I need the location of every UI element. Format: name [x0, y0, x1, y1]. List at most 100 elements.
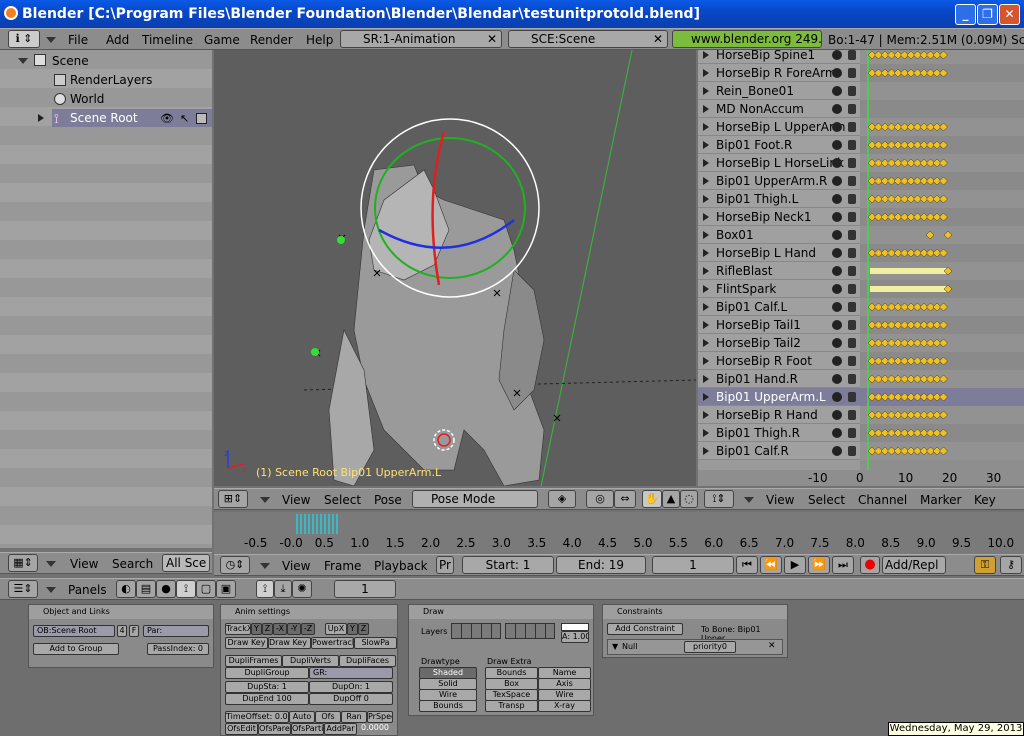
outliner-item-world[interactable]: World — [70, 91, 104, 107]
eye-icon[interactable] — [832, 266, 842, 276]
action-channel-row[interactable]: HorseBip Tail1 — [698, 316, 860, 334]
lock-icon[interactable] — [848, 374, 856, 384]
timeline-frame-menu[interactable]: Frame — [324, 558, 361, 574]
expand-icon[interactable] — [703, 285, 709, 293]
window-type-button[interactable]: ⟟⇕ — [704, 490, 734, 508]
collapse-menu-icon[interactable] — [46, 587, 56, 593]
eye-icon[interactable] — [832, 212, 842, 222]
record-icon[interactable]: ● — [860, 556, 880, 574]
eye-icon[interactable] — [832, 446, 842, 456]
eye-icon[interactable] — [832, 320, 842, 330]
eye-icon[interactable] — [832, 284, 842, 294]
outliner-item-scene[interactable]: Scene — [52, 53, 89, 69]
current-frame-field[interactable]: 1 — [652, 556, 734, 574]
viewport-pose-menu[interactable]: Pose — [374, 492, 402, 508]
rotate-icon[interactable]: ◌ — [680, 490, 698, 508]
track-axis-button[interactable]: -Y — [287, 623, 301, 635]
option-button[interactable]: AddPar — [324, 723, 357, 735]
menu-help[interactable]: Help — [306, 32, 333, 48]
jump-next-key-icon[interactable]: ⏩ — [808, 556, 830, 574]
expand-icon[interactable] — [703, 339, 709, 347]
keying-set-icon[interactable]: ⚷ — [1000, 556, 1022, 574]
translate-icon[interactable]: ▲ — [662, 490, 680, 508]
timeline-playback-menu[interactable]: Playback — [374, 558, 428, 574]
action-channel-row[interactable]: Bip01 UpperArm.L — [698, 388, 860, 406]
expand-icon[interactable]: ▼ — [612, 642, 618, 651]
lock-icon[interactable] — [848, 68, 856, 78]
render-icon[interactable] — [196, 113, 207, 124]
object-tab-icon[interactable]: ⟟ — [256, 580, 274, 598]
null-constraint-row[interactable]: ▼ Null priority0 ✕ — [607, 639, 783, 655]
timeline-area[interactable]: -0.5 -0.0 0.5 1.0 1.5 2.0 2.5 3.0 3.5 4.0 4.5 5.0 5.… — [214, 512, 1024, 554]
option-button[interactable]: Ofs — [315, 711, 341, 723]
collapse-menu-icon[interactable] — [260, 563, 270, 569]
timeline-view-menu[interactable]: View — [282, 558, 310, 574]
lock-icon[interactable] — [848, 86, 856, 96]
keying-mode-selector[interactable]: Add/Repl — [882, 556, 946, 574]
color-swatch[interactable] — [561, 623, 589, 631]
lock-icon[interactable] — [848, 194, 856, 204]
track-axis-button[interactable]: Y — [251, 623, 262, 635]
lock-icon[interactable] — [848, 176, 856, 186]
lock-icon[interactable] — [848, 428, 856, 438]
object-context-icon[interactable]: ⟟ — [176, 580, 196, 598]
lock-icon[interactable] — [848, 140, 856, 150]
lock-icon[interactable] — [848, 356, 856, 366]
expand-icon[interactable] — [703, 267, 709, 275]
physics-tab-icon[interactable]: ⤓ — [274, 580, 292, 598]
window-type-button[interactable]: ◷⇕ — [220, 556, 250, 574]
expand-icon[interactable] — [703, 231, 709, 239]
hand-icon[interactable]: ✋ — [642, 490, 662, 508]
key-icon[interactable]: ⚿ — [974, 556, 996, 574]
option-button[interactable]: PrSpeed — [367, 711, 393, 723]
track-axis-button[interactable]: Y — [347, 623, 358, 635]
expand-icon[interactable] — [703, 429, 709, 437]
eye-icon[interactable] — [832, 68, 842, 78]
lock-icon[interactable] — [848, 266, 856, 276]
screen-selector[interactable]: SR:1-Animation ✕ — [340, 30, 502, 48]
action-channel-row[interactable]: Rein_Bone01 — [698, 82, 860, 100]
expand-icon[interactable] — [703, 177, 709, 185]
action-keyframe-area[interactable] — [860, 50, 1024, 470]
track-axis-button[interactable]: Z — [358, 623, 369, 635]
parent-field[interactable]: Par: — [143, 625, 209, 637]
shading-context-icon[interactable]: ● — [156, 580, 176, 598]
outliner[interactable]: Scene RenderLayers World ⟟ Scene Root 👁 … — [0, 50, 212, 548]
option-button[interactable]: SlowPa — [354, 637, 397, 649]
expand-icon[interactable] — [703, 303, 709, 311]
add-constraint-button[interactable]: Add Constraint — [607, 623, 683, 635]
option-button[interactable]: OfsPare — [258, 723, 291, 735]
close-icon[interactable]: ✕ — [768, 641, 776, 651]
option-button[interactable]: Auto — [289, 711, 315, 723]
outliner-search-menu[interactable]: Search — [112, 556, 153, 572]
eye-icon[interactable] — [832, 302, 842, 312]
lock-icon[interactable] — [848, 320, 856, 330]
track-axis-button[interactable]: Z — [262, 623, 273, 635]
option-button[interactable]: DupliVerts — [282, 655, 339, 667]
dupsta-field[interactable]: DupSta: 1 — [225, 681, 309, 693]
eye-icon[interactable] — [832, 50, 842, 60]
expand-icon[interactable] — [703, 159, 709, 167]
menu-add[interactable]: Add — [106, 32, 129, 48]
pivot-button[interactable]: ◎ — [586, 490, 614, 508]
draw-extra-option[interactable]: X-ray — [538, 700, 591, 712]
eye-icon[interactable] — [832, 158, 842, 168]
dupligroup-button[interactable]: DupliGroup — [225, 667, 309, 679]
draw-type-button[interactable]: ◈ — [548, 490, 576, 508]
option-button[interactable]: DupliFaces — [339, 655, 396, 667]
eye-icon[interactable] — [832, 104, 842, 114]
scene-selector[interactable]: SCE:Scene ✕ — [508, 30, 668, 48]
action-select-menu[interactable]: Select — [808, 492, 845, 508]
alpha-field[interactable]: A: 1.00 — [561, 631, 589, 643]
group-field[interactable]: GR: — [309, 667, 393, 679]
track-axis-button[interactable]: -X — [273, 623, 287, 635]
expand-icon[interactable] — [703, 357, 709, 365]
layer-buttons-right[interactable] — [505, 623, 555, 639]
expand-icon[interactable] — [703, 123, 709, 131]
close-icon[interactable]: ✕ — [487, 31, 497, 47]
menu-render[interactable]: Render — [250, 32, 293, 48]
logic-context-icon[interactable]: ◐ — [116, 580, 136, 598]
jump-prev-key-icon[interactable]: ⏪ — [760, 556, 782, 574]
expand-icon[interactable] — [703, 87, 709, 95]
lock-icon[interactable] — [848, 230, 856, 240]
